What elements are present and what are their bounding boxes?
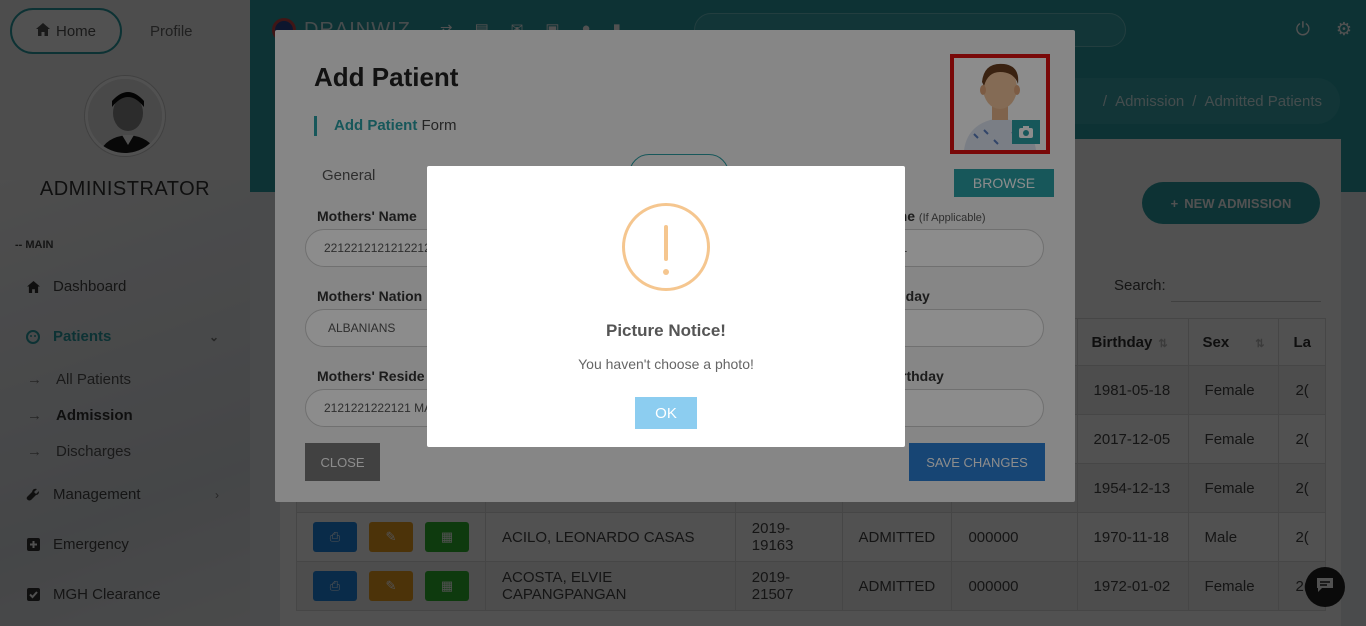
warning-icon bbox=[622, 203, 710, 291]
warning-icon-bar bbox=[664, 225, 668, 261]
alert-title: Picture Notice! bbox=[606, 321, 726, 340]
warning-icon-dot bbox=[663, 269, 669, 275]
picture-notice-dialog: Picture Notice! You haven't choose a pho… bbox=[427, 166, 905, 447]
alert-message: You haven't choose a photo! bbox=[578, 356, 754, 372]
ok-button[interactable]: OK bbox=[635, 397, 697, 429]
